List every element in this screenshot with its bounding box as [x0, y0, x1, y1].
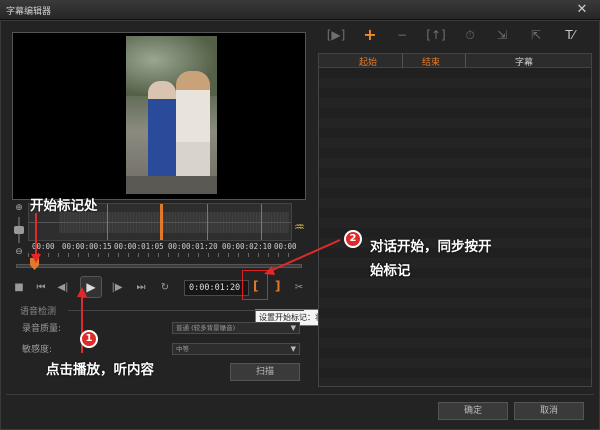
waveform-gridline: [261, 204, 262, 240]
timecode-label: 00:00: [274, 242, 297, 251]
column-end[interactable]: 结束: [422, 55, 440, 68]
quality-label: 录音质量:: [22, 324, 62, 334]
mark-out-button[interactable]: ]: [275, 279, 280, 293]
split-scissors-icon[interactable]: ✂: [292, 281, 306, 295]
zoom-control[interactable]: ⊕ ⊖: [13, 203, 25, 258]
subtitle-list[interactable]: 起始 结束 字幕: [318, 53, 592, 387]
playhead-marker[interactable]: [160, 204, 163, 240]
step-1-badge: 1: [80, 330, 98, 348]
mark-in-highlight: [242, 270, 268, 300]
repeat-icon[interactable]: ↻: [158, 281, 172, 295]
ok-button[interactable]: 确定: [438, 402, 508, 420]
window-title: 字幕编辑器: [6, 7, 52, 17]
waveform-gridline: [107, 204, 108, 240]
timecode-display[interactable]: 0:00:01:20: [184, 280, 249, 296]
stop-icon[interactable]: ■: [12, 281, 26, 295]
join-subtitle-icon[interactable]: [↑]: [426, 26, 446, 44]
subtitle-rows[interactable]: [319, 68, 591, 386]
scrub-bar[interactable]: [16, 264, 302, 268]
column-start[interactable]: 起始: [359, 55, 377, 68]
footer-divider: [6, 394, 594, 395]
timecode-label: 00:00:02:10: [222, 242, 272, 251]
close-button[interactable]: ✕: [572, 2, 592, 17]
annotation-step-2-line2: 始标记: [370, 263, 411, 279]
play-subtitle-icon[interactable]: [▶]: [326, 26, 346, 44]
audio-wave-icon[interactable]: ♒: [294, 220, 305, 234]
title-bar: 字幕编辑器 ✕: [0, 0, 600, 20]
waveform-gridline: [207, 204, 208, 240]
step-2-badge: 2: [344, 230, 362, 248]
go-to-end-icon[interactable]: ⏭: [134, 281, 148, 295]
column-subtitle[interactable]: 字幕: [515, 55, 533, 68]
zoom-slider-knob[interactable]: [14, 226, 24, 234]
import-subtitle-icon[interactable]: ⇲: [492, 26, 512, 44]
scan-button[interactable]: 扫描: [230, 363, 300, 381]
person-left: [148, 81, 176, 181]
quality-select-value: 普通 (较多背景噪音): [176, 324, 236, 332]
add-subtitle-icon[interactable]: +: [360, 26, 380, 44]
timecode-label: 00:00:01:20: [168, 242, 218, 251]
play-button[interactable]: ▶: [80, 276, 102, 298]
group-divider: [68, 310, 304, 311]
zoom-out-icon[interactable]: ⊖: [14, 247, 24, 257]
column-separator: [402, 54, 403, 68]
quality-select[interactable]: 普通 (较多背景噪音) ▼: [172, 322, 300, 334]
step-back-icon[interactable]: ◀|: [56, 281, 70, 295]
timeline-ruler: [28, 253, 290, 257]
time-offset-icon[interactable]: ⏱: [460, 26, 480, 44]
remove-subtitle-icon[interactable]: −: [392, 26, 412, 44]
annotation-step-1: 点击播放，听内容: [46, 362, 154, 378]
subtitle-toolbar: [▶] + − [↑] ⏱ ⇲ ⇱ T⁄: [320, 26, 592, 46]
sensitivity-label: 敏感度:: [22, 345, 53, 355]
chevron-down-icon: ▼: [290, 345, 296, 353]
step-forward-icon[interactable]: |▶: [110, 281, 124, 295]
video-preview: [12, 32, 306, 200]
timecode-label: 00:00: [32, 242, 55, 251]
sensitivity-select[interactable]: 中等 ▼: [172, 343, 300, 355]
go-to-start-icon[interactable]: ⏮: [34, 281, 48, 295]
column-separator: [465, 54, 466, 68]
cancel-button[interactable]: 取消: [514, 402, 584, 420]
annotation-start-mark: 开始标记处: [30, 198, 98, 214]
annotation-step-2-line1: 对话开始，同步按开: [370, 239, 492, 255]
timecode-label: 00:00:01:05: [114, 242, 164, 251]
video-ground: [126, 176, 217, 194]
person-right: [176, 71, 210, 189]
text-options-icon[interactable]: T⁄: [560, 26, 580, 44]
sensitivity-select-value: 中等: [176, 345, 189, 353]
export-subtitle-icon[interactable]: ⇱: [526, 26, 546, 44]
chevron-down-icon: ▼: [290, 324, 296, 332]
subtitle-list-header: 起始 结束 字幕: [319, 54, 591, 68]
timecode-label: 00:00:00:15: [62, 242, 112, 251]
speech-detection-title: 语音检测: [20, 307, 57, 317]
video-frame: [126, 36, 217, 194]
zoom-in-icon[interactable]: ⊕: [14, 203, 24, 213]
